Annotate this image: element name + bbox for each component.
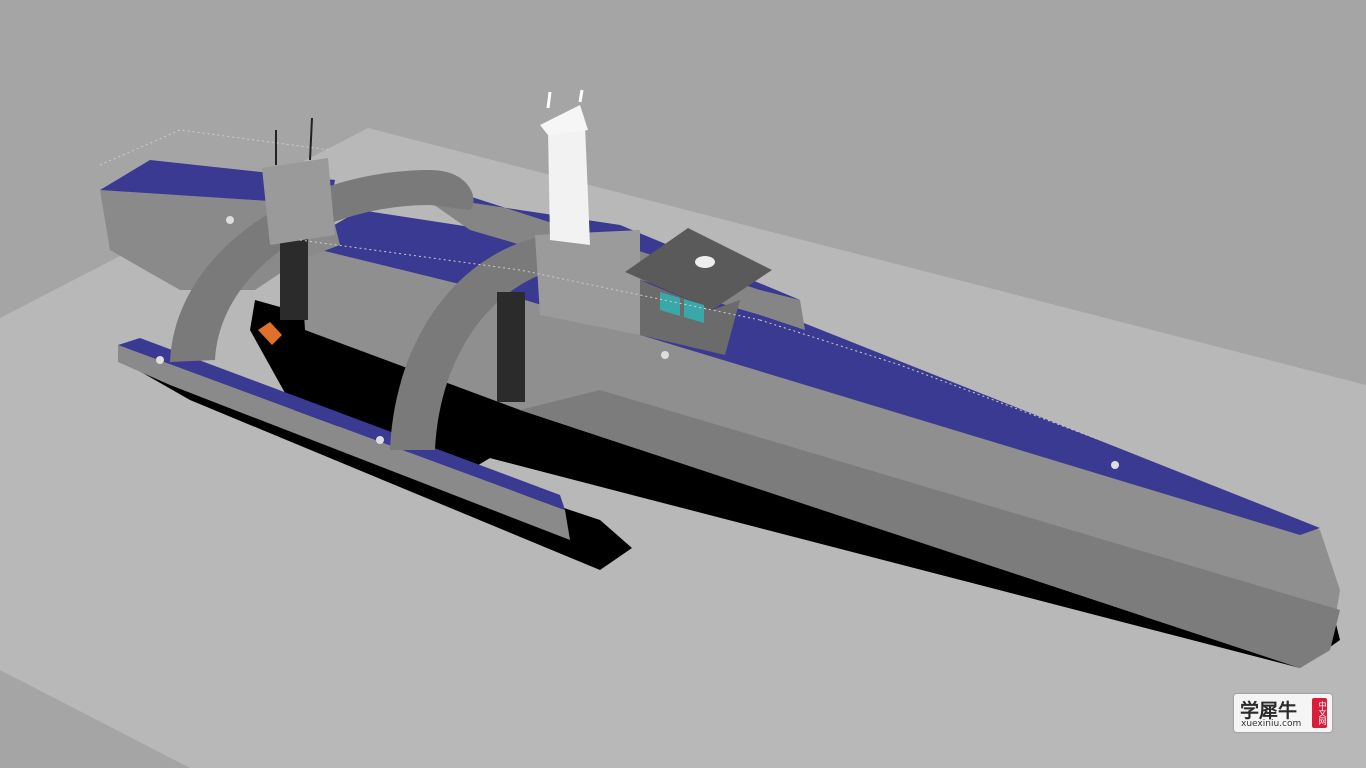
deck-fitting [156,356,164,364]
deck-fitting [661,351,669,359]
watermark-url: xuexiniu.com [1241,719,1302,729]
watermark-badge: 中文网 [1312,698,1327,728]
render-viewport [0,89,1366,768]
arch-pillar-front [497,292,525,402]
antenna-2 [309,117,313,161]
mast-spar [546,91,552,109]
deck-fitting [376,436,384,444]
deck-fitting [1111,461,1119,469]
mast [548,125,590,245]
radome [695,256,715,268]
watermark: 学犀牛 xuexiniu.com 中文网 [1234,694,1332,732]
rear-deckhouse [262,158,335,245]
mast-top [540,105,588,135]
railing-rear [99,129,331,166]
arch-pillar-rear [280,230,308,320]
deck-fitting [226,216,234,224]
mast-spar-2 [578,89,584,103]
